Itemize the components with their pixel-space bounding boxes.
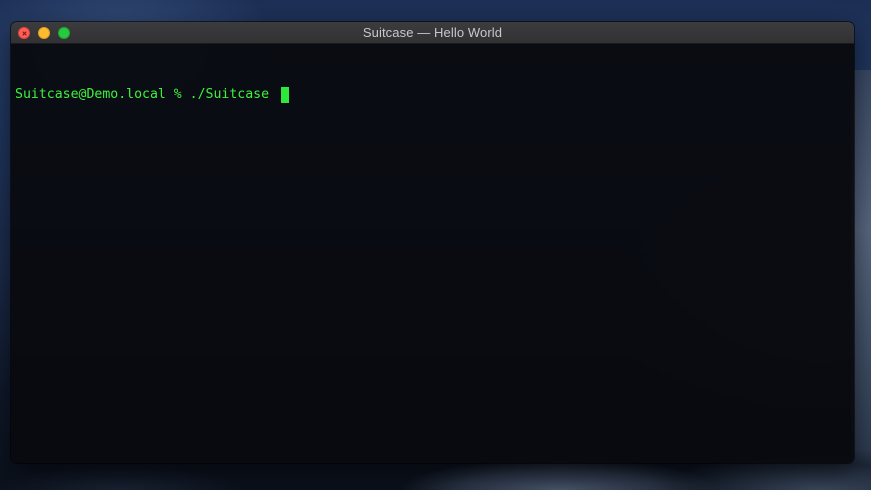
terminal-line: Suitcase@Demo.local % ./Suitcase xyxy=(15,86,850,103)
zoom-button[interactable] xyxy=(58,27,70,39)
close-button[interactable] xyxy=(18,27,30,39)
window-title: Suitcase — Hello World xyxy=(362,25,503,40)
minimize-button[interactable] xyxy=(38,27,50,39)
terminal-window: Suitcase — Hello World Suitcase@Demo.loc… xyxy=(11,22,854,463)
text-cursor xyxy=(281,86,290,103)
command-prompt: Suitcase@Demo.local % ./Suitcase xyxy=(15,87,270,102)
terminal-output[interactable]: Suitcase@Demo.local % ./Suitcase xyxy=(11,44,854,460)
window-controls xyxy=(18,27,70,39)
window-titlebar[interactable]: Suitcase — Hello World xyxy=(11,22,854,44)
wallpaper-cliff xyxy=(851,70,871,470)
